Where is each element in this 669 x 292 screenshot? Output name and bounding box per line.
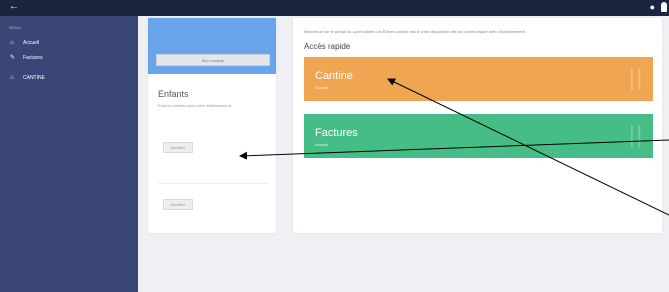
account-banner: Mon compte: [148, 18, 276, 74]
sidebar-item-label: CANTINE: [23, 75, 45, 81]
sidebar-item-label: Accueil: [23, 40, 40, 46]
quick-access-card: Bienvenue sur le portail du Lycée Albert…: [293, 18, 662, 233]
my-account-button[interactable]: Mon compte: [156, 54, 270, 66]
home-icon: ⌂: [10, 40, 14, 46]
tile-subtitle: Accueil: [315, 85, 328, 90]
factures-tile[interactable]: Factures Accueil ||: [304, 114, 653, 158]
modify-child-button[interactable]: Modifier: [163, 199, 193, 210]
sidebar-item-cantine[interactable]: ⌂ CANTINE: [10, 75, 45, 81]
main-content: Mon compte Enfants Enfants inscrits dans…: [138, 16, 669, 292]
sidebar-item-factures[interactable]: ✎ Factures: [10, 54, 43, 62]
children-card: Mon compte Enfants Enfants inscrits dans…: [148, 18, 276, 233]
top-bar: ← ●: [0, 0, 669, 16]
children-subtitle: Enfants inscrits dans notre établissemen…: [158, 103, 231, 108]
divider: [158, 183, 268, 184]
welcome-text: Bienvenue sur le portail du Lycée Albert…: [304, 29, 526, 34]
modify-child-button[interactable]: Modifier: [163, 142, 193, 153]
sidebar: MENU ⌂ Accueil ✎ Factures ⌂ CANTINE: [0, 16, 138, 292]
user-icon[interactable]: [661, 2, 667, 12]
sidebar-item-accueil[interactable]: ⌂ Accueil: [10, 40, 39, 46]
cantine-tile[interactable]: Cantine Accueil ||: [304, 57, 653, 101]
chat-bubble-icon[interactable]: ●: [650, 2, 655, 12]
pencil-icon: ✎: [10, 55, 16, 61]
quick-access-heading: Accès rapide: [304, 42, 351, 51]
home-icon: ⌂: [10, 75, 14, 81]
cutlery-icon: ||: [628, 66, 643, 91]
tile-title: Cantine: [315, 70, 353, 82]
cutlery-icon: ||: [628, 123, 643, 148]
sidebar-menu-title: MENU: [9, 25, 21, 30]
tile-subtitle: Accueil: [315, 142, 328, 147]
children-title: Enfants: [158, 89, 189, 99]
arrow-left-icon[interactable]: ←: [9, 1, 19, 12]
tile-title: Factures: [315, 127, 358, 139]
sidebar-item-label: Factures: [23, 54, 43, 61]
